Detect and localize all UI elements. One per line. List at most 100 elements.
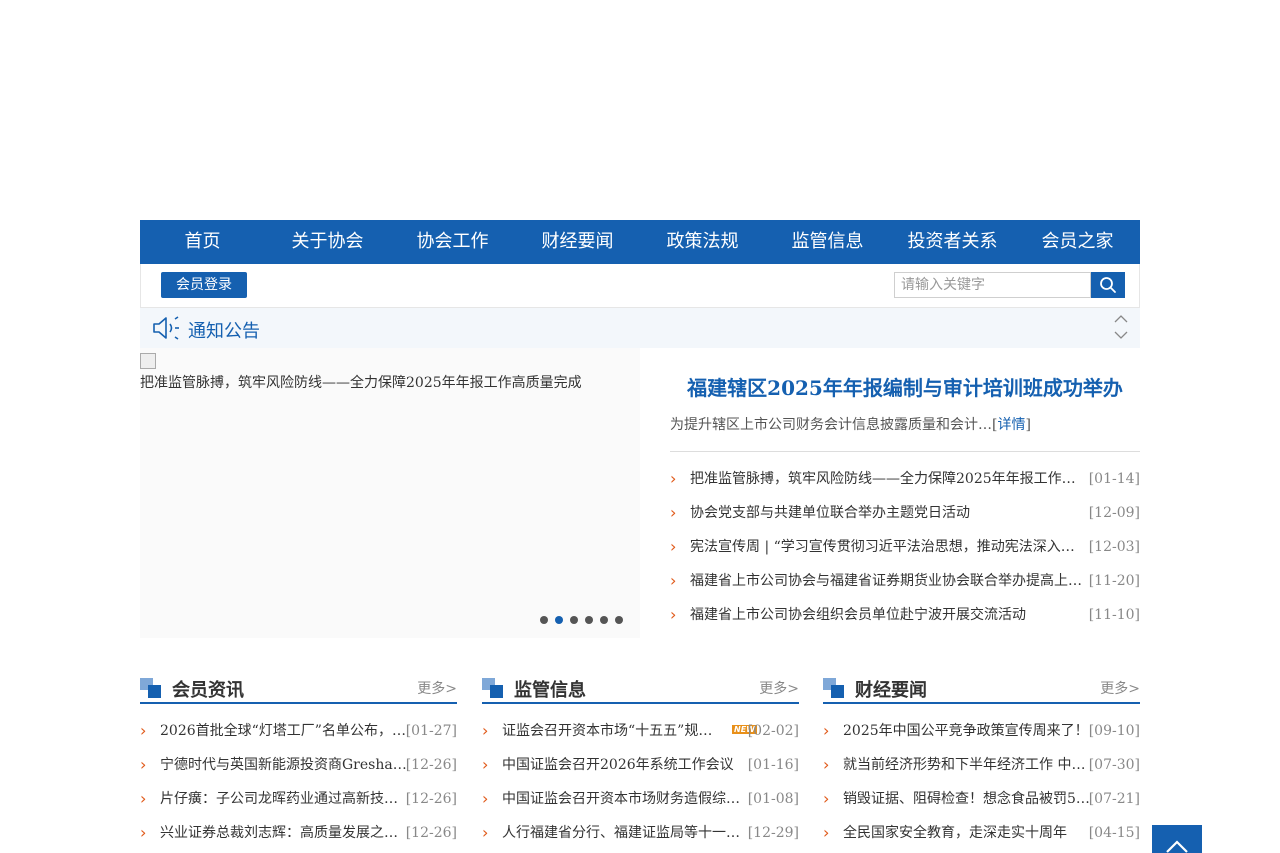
notice-title: 通知公告 bbox=[188, 321, 260, 342]
list-item-date: [12-09] bbox=[1088, 505, 1140, 521]
list-item-title[interactable]: 2025年中国公平竞争政策宣传周来了！ bbox=[843, 714, 1091, 748]
list-item-date: [12-26] bbox=[405, 791, 457, 807]
list-item[interactable]: ›证监会召开资本市场“十五五”规划编制工作座谈会NEW[02-02] bbox=[482, 714, 799, 748]
list-item[interactable]: › 2025年中国公平竞争政策宣传周来了！ [09-10] bbox=[823, 714, 1140, 748]
chevron-right-icon: › bbox=[823, 755, 830, 774]
column-title: 财经要闻 bbox=[855, 680, 927, 701]
search-icon bbox=[1100, 277, 1116, 293]
list-item-title[interactable]: 协会党支部与共建单位联合举办主题党日活动 bbox=[690, 496, 1084, 530]
list-item-title[interactable]: 销毁证据、阻碍检查！想念食品被罚50万元 bbox=[843, 782, 1091, 816]
chevron-up-icon[interactable] bbox=[1114, 314, 1128, 324]
toolbar: 会员登录 bbox=[140, 264, 1140, 308]
chevron-down-icon[interactable] bbox=[1114, 330, 1128, 340]
chevron-right-icon: › bbox=[670, 571, 677, 590]
list-item-date: [12-26] bbox=[405, 825, 457, 841]
chevron-right-icon: › bbox=[670, 537, 677, 556]
slide-caption[interactable]: 把准监管脉搏，筑牢风险防线——全力保障2025年年报工作高质量完成 bbox=[140, 372, 582, 392]
list-item[interactable]: › 销毁证据、阻碍检查！想念食品被罚50万元 [07-21] bbox=[823, 782, 1140, 816]
slider-dot[interactable] bbox=[555, 616, 563, 624]
nav-item-members[interactable]: 会员之家 bbox=[1015, 220, 1140, 264]
slider-dots bbox=[540, 616, 623, 624]
nav-item-policy[interactable]: 政策法规 bbox=[640, 220, 765, 264]
list-item-date: [04-15] bbox=[1088, 825, 1140, 841]
list-item[interactable]: › 宪法宣传周 | “学习宣传贯彻习近平法治思想，推动宪法深入人心” [12-03] bbox=[670, 530, 1140, 564]
nav-item-home[interactable]: 首页 bbox=[140, 220, 265, 264]
headline-summary: 为提升辖区上市公司财务会计信息披露质量和会计…[详情] bbox=[670, 417, 1031, 433]
list-item[interactable]: › 人行福建省分行、福建证监局等十一部门联合印发通知[12-29] bbox=[482, 816, 799, 850]
list-item-date: [12-26] bbox=[405, 757, 457, 773]
slider-dot[interactable] bbox=[600, 616, 608, 624]
list-item[interactable]: › 协会党支部与共建单位联合举办主题党日活动 [12-09] bbox=[670, 496, 1140, 530]
member-login-button[interactable]: 会员登录 bbox=[161, 272, 247, 298]
list-item[interactable]: › 片仔癀：子公司龙晖药业通过高新技术企业认定[12-26] bbox=[140, 782, 457, 816]
more-link[interactable]: 更多> bbox=[759, 678, 799, 698]
nav-item-work[interactable]: 协会工作 bbox=[390, 220, 515, 264]
list-item-title[interactable]: 宪法宣传周 | “学习宣传贯彻习近平法治思想，推动宪法深入人心” bbox=[690, 530, 1084, 564]
chevron-right-icon: › bbox=[482, 823, 489, 842]
more-link[interactable]: 更多> bbox=[1100, 678, 1140, 698]
list-item-title[interactable]: 兴业证券总裁刘志辉：高质量发展之路任重道远 bbox=[160, 816, 408, 850]
list-item[interactable]: › 就当前经济形势和下半年经济工作 中共中央召开党外人士座谈会[07-30] bbox=[823, 748, 1140, 782]
list-item[interactable]: › 中国证监会召开2026年系统工作会议 [01-16] bbox=[482, 748, 799, 782]
list-item-title[interactable]: 片仔癀：子公司龙晖药业通过高新技术企业认定 bbox=[160, 782, 408, 816]
headline-title[interactable]: 福建辖区2025年年报编制与审计培训班成功举办 bbox=[670, 372, 1140, 401]
list-item[interactable]: › 福建省上市公司协会组织会员单位赴宁波开展交流活动 [11-10] bbox=[670, 598, 1140, 632]
nav-item-investor[interactable]: 投资者关系 bbox=[890, 220, 1015, 264]
list-item-title[interactable]: 福建省上市公司协会与福建省证券期货业协会联合举办提高上市公司质量培训 bbox=[690, 564, 1084, 598]
list-item-title[interactable]: 2026首批全球“灯塔工厂”名单公布，福建企业入选 bbox=[160, 714, 408, 748]
list-item-date: [01-27] bbox=[405, 723, 457, 739]
list-item-date: [12-03] bbox=[1088, 539, 1140, 555]
list-item-title[interactable]: 证监会召开资本市场“十五五”规划编制工作座谈会 bbox=[502, 714, 726, 748]
list-item-title[interactable]: 中国证监会召开2026年系统工作会议 bbox=[502, 748, 750, 782]
list-item[interactable]: › 宁德时代与英国新能源投资商Gresham House签约[12-26] bbox=[140, 748, 457, 782]
list-item-title[interactable]: 福建省上市公司协会组织会员单位赴宁波开展交流活动 bbox=[690, 598, 1084, 632]
list-item-date: [11-20] bbox=[1088, 573, 1140, 589]
headline-summary-text: 为提升辖区上市公司财务会计信息披露质量和会计… bbox=[670, 417, 992, 433]
chevron-right-icon: › bbox=[140, 755, 147, 774]
nav-item-finance-news[interactable]: 财经要闻 bbox=[515, 220, 640, 264]
column-list: ›证监会召开资本市场“十五五”规划编制工作座谈会NEW[02-02]›中国证监会… bbox=[482, 714, 799, 850]
nav-item-about[interactable]: 关于协会 bbox=[265, 220, 390, 264]
squares-icon bbox=[482, 678, 504, 698]
slider-dot[interactable] bbox=[615, 616, 623, 624]
main-nav: 首页 关于协会 协会工作 财经要闻 政策法规 监管信息 投资者关系 会员之家 bbox=[140, 220, 1140, 264]
back-to-top-button[interactable] bbox=[1152, 825, 1202, 853]
slide-image[interactable] bbox=[140, 353, 156, 369]
chevron-up-icon bbox=[1166, 840, 1188, 853]
list-item-date: [11-10] bbox=[1088, 607, 1140, 623]
list-item-title[interactable]: 就当前经济形势和下半年经济工作 中共中央召开党外人士座谈会 bbox=[843, 748, 1091, 782]
slider-dot[interactable] bbox=[585, 616, 593, 624]
list-item-date: [07-30] bbox=[1088, 757, 1140, 773]
slider-dot[interactable] bbox=[570, 616, 578, 624]
list-item[interactable]: › 兴业证券总裁刘志辉：高质量发展之路任重道远[12-26] bbox=[140, 816, 457, 850]
nav-item-regulation[interactable]: 监管信息 bbox=[765, 220, 890, 264]
detail-link[interactable]: 详情 bbox=[997, 417, 1025, 433]
column-title: 监管信息 bbox=[514, 680, 586, 701]
column-header: 监管信息 更多> bbox=[482, 676, 799, 704]
column-member-news: 会员资讯 更多> › 2026首批全球“灯塔工厂”名单公布，福建企业入选[01-2… bbox=[140, 676, 457, 850]
column-regulation-info: 监管信息 更多> ›证监会召开资本市场“十五五”规划编制工作座谈会NEW[02-… bbox=[482, 676, 799, 850]
list-item-date: [01-08] bbox=[747, 791, 799, 807]
list-item[interactable]: › 中国证监会召开资本市场财务造假综合惩防工作推进会[01-08] bbox=[482, 782, 799, 816]
squares-icon bbox=[823, 678, 845, 698]
list-item[interactable]: › 福建省上市公司协会与福建省证券期货业协会联合举办提高上市公司质量培训[11-2… bbox=[670, 564, 1140, 598]
list-item-title[interactable]: 全民国家安全教育，走深走实十周年 bbox=[843, 816, 1091, 850]
search-button[interactable] bbox=[1091, 272, 1125, 298]
list-item-title[interactable]: 中国证监会召开资本市场财务造假综合惩防工作推进会 bbox=[502, 782, 750, 816]
slider-dot[interactable] bbox=[540, 616, 548, 624]
list-item[interactable]: › 全民国家安全教育，走深走实十周年 [04-15] bbox=[823, 816, 1140, 850]
list-item-title[interactable]: 把准监管脉搏，筑牢风险防线——全力保障2025年年报工作高质量完成 bbox=[690, 462, 1084, 496]
list-item-date: [02-02] bbox=[747, 723, 799, 739]
chevron-right-icon: › bbox=[670, 503, 677, 522]
list-item[interactable]: › 2026首批全球“灯塔工厂”名单公布，福建企业入选[01-27] bbox=[140, 714, 457, 748]
list-item-date: [09-10] bbox=[1088, 723, 1140, 739]
list-item-title[interactable]: 宁德时代与英国新能源投资商Gresham House签约 bbox=[160, 748, 408, 782]
chevron-right-icon: › bbox=[482, 721, 489, 740]
list-item-title[interactable]: 人行福建省分行、福建证监局等十一部门联合印发通知 bbox=[502, 816, 750, 850]
search-input[interactable] bbox=[894, 272, 1091, 298]
list-item[interactable]: › 把准监管脉搏，筑牢风险防线——全力保障2025年年报工作高质量完成[01-14… bbox=[670, 462, 1140, 496]
notice-bar: 通知公告 bbox=[140, 308, 1140, 348]
list-item-date: [12-29] bbox=[747, 825, 799, 841]
more-link[interactable]: 更多> bbox=[417, 678, 457, 698]
speaker-icon bbox=[153, 316, 179, 340]
